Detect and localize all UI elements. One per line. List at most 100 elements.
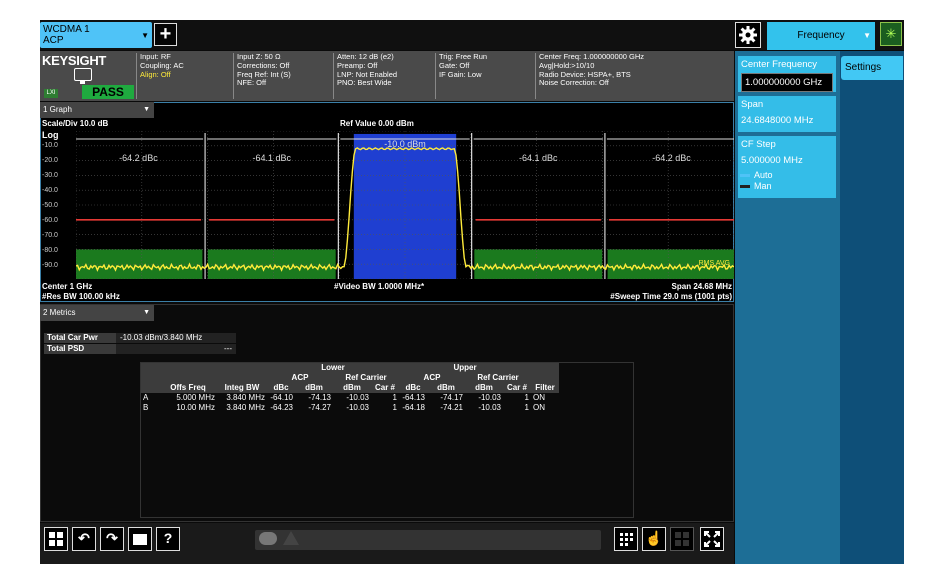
cell: -64.10 — [270, 393, 293, 402]
cell: 1 — [524, 393, 529, 402]
cell: -64.23 — [270, 403, 293, 412]
upper-acp-header: ACP — [399, 373, 465, 383]
tab-settings[interactable]: Settings — [841, 56, 903, 80]
upper-ref-carrier-header: Ref Carrier — [465, 373, 531, 383]
y-tick-label: -40.0 — [42, 187, 58, 194]
redo-icon[interactable]: ↷ — [100, 527, 124, 551]
pass-indicator: PASS — [82, 85, 134, 99]
ref-value-label: Ref Value 0.00 dBm — [340, 119, 414, 128]
menu-frequency-tab[interactable]: Frequency ▼ — [767, 22, 875, 50]
graph-title: 1 Graph — [43, 105, 72, 114]
status-noise-correction: Noise Correction: Off — [539, 78, 609, 88]
cell: -74.17 — [440, 393, 463, 402]
metrics-title: 2 Metrics — [43, 308, 76, 317]
col-upper-dbc: dBc — [399, 383, 427, 393]
upper-group-header: Upper — [399, 363, 531, 373]
y-tick-label: -30.0 — [42, 172, 58, 179]
scale-div-label: Scale/Div 10.0 dB — [42, 119, 109, 128]
maximize-icon[interactable] — [700, 527, 724, 551]
cell: 1 — [524, 403, 529, 412]
add-screen-button[interactable]: + — [154, 23, 177, 46]
status-bar: KEYSIGHT LXI PASS Input: RF Coupling: AC… — [40, 51, 734, 101]
status-corrections-group: Input Z: 50 Ω Corrections: Off Freq Ref:… — [237, 52, 291, 88]
man-label: Man — [754, 181, 772, 191]
cf-step-auto-option[interactable]: Auto — [740, 170, 773, 180]
gear-icon[interactable] — [735, 22, 761, 48]
graph-window-selector[interactable]: 1 Graph ▼ — [40, 102, 154, 118]
lower-ref-carrier-header: Ref Carrier — [333, 373, 399, 383]
lxi-badge: LXI — [44, 89, 58, 98]
cell: -74.13 — [308, 393, 331, 402]
keysight-logo: KEYSIGHT — [42, 53, 107, 68]
cell: -10.03 — [478, 393, 501, 402]
busy-indicator-icon[interactable]: ✳ — [880, 22, 902, 46]
mode-tab-measurement: ACP — [43, 35, 64, 46]
undo-icon[interactable]: ↶ — [72, 527, 96, 551]
row-id: A — [143, 393, 149, 402]
rms-avg-label: RMS AVG — [699, 260, 730, 267]
center-frequency-field[interactable]: 1.000000000 GHz — [741, 73, 833, 92]
span-softkey[interactable]: Span 24.6848000 MHz — [738, 96, 836, 132]
col-upper-car: Car # — [503, 383, 531, 393]
chevron-down-icon: ▼ — [143, 106, 150, 113]
radio-unselected-icon — [740, 185, 750, 189]
cf-step-man-option[interactable]: Man — [740, 181, 772, 191]
table-row: A 5.000 MHz 3.840 MHz -64.10 -74.13 -10.… — [141, 393, 559, 403]
center-frequency-softkey[interactable]: Center Frequency 1.000000000 GHz — [738, 56, 836, 92]
message-icon[interactable] — [259, 532, 277, 545]
status-nfe: NFE: Off — [237, 78, 267, 88]
y-tick-label: -60.0 — [42, 217, 58, 224]
menu-frequency-label: Frequency — [797, 30, 845, 41]
table-row: B 10.00 MHz 3.840 MHz -64.23 -74.27 -10.… — [141, 403, 559, 413]
span-label: Span — [741, 99, 764, 110]
spectrum-plot[interactable]: -64.2 dBc -64.1 dBc-10.0 dBm-64.1 dBc -64.… — [76, 131, 734, 279]
status-atten-group: Atten: 12 dB (e2) Preamp: Off LNP: Not E… — [337, 52, 397, 88]
file-folder-icon[interactable] — [128, 527, 152, 551]
col-offs-freq: Offs Freq — [159, 383, 217, 393]
cell: -74.21 — [440, 403, 463, 412]
col-upper-ref-dbm: dBm — [465, 383, 503, 393]
col-lower-dbm: dBm — [295, 383, 333, 393]
auto-label: Auto — [754, 170, 773, 180]
touch-icon[interactable]: ☝ — [642, 527, 666, 551]
metrics-window-selector[interactable]: 2 Metrics ▼ — [40, 305, 154, 321]
keypad-icon[interactable] — [614, 527, 638, 551]
cf-step-label: CF Step — [741, 139, 776, 150]
windows-start-icon[interactable] — [44, 527, 68, 551]
total-car-pwr-value: -10.03 dBm/3.840 MHz — [116, 333, 236, 343]
video-bw-readout: #Video BW 1.0000 MHz* — [334, 282, 425, 291]
table-subgroup-header-row: ACP Ref Carrier ACP Ref Carrier — [141, 373, 559, 383]
radio-selected-icon — [740, 174, 750, 178]
cell: -74.27 — [308, 403, 331, 412]
total-psd-label: Total PSD — [44, 344, 116, 354]
band-value-label: -64.2 dBc — [119, 153, 158, 163]
warning-icon — [283, 531, 299, 545]
cell: 3.840 MHz — [226, 393, 265, 402]
status-align: Align: Off — [140, 69, 171, 79]
help-button[interactable]: ? — [156, 527, 180, 551]
status-if-gain: IF Gain: Low — [439, 69, 482, 79]
message-bar[interactable] — [255, 530, 601, 550]
span-readout: Span 24.68 MHz — [671, 282, 732, 291]
window-layout-icon[interactable] — [670, 527, 694, 551]
status-pno: PNO: Best Wide — [337, 78, 392, 88]
col-integ-bw: Integ BW — [217, 383, 267, 393]
cell: 5.000 MHz — [176, 393, 215, 402]
acp-results-table: Lower Upper ACP Ref Carrier ACP Ref Carr… — [140, 362, 634, 518]
chevron-down-icon: ▼ — [863, 31, 871, 40]
y-tick-label: -50.0 — [42, 202, 58, 209]
y-tick-label: -10.0 — [42, 142, 58, 149]
status-input-group: Input: RF Coupling: AC Align: Off — [140, 52, 184, 79]
cell: -64.13 — [402, 393, 425, 402]
cell: -10.03 — [346, 393, 369, 402]
cell: ON — [533, 403, 545, 412]
total-car-pwr-row: Total Car Pwr -10.03 dBm/3.840 MHz — [44, 333, 236, 343]
cell: 1 — [392, 403, 397, 412]
cell: -10.03 — [346, 403, 369, 412]
total-car-pwr-label: Total Car Pwr — [44, 333, 116, 343]
table-column-header-row: Offs Freq Integ BW dBc dBm dBm Car # dBc… — [141, 383, 559, 393]
total-psd-row: Total PSD --- — [44, 344, 236, 354]
analyzer-screen: WCDMA 1 ACP ▼ + Frequency ▼ ✳ KEYSIGHT L… — [40, 20, 904, 564]
mode-tab-wcdma[interactable]: WCDMA 1 ACP ▼ — [40, 22, 152, 48]
cell: 1 — [392, 393, 397, 402]
